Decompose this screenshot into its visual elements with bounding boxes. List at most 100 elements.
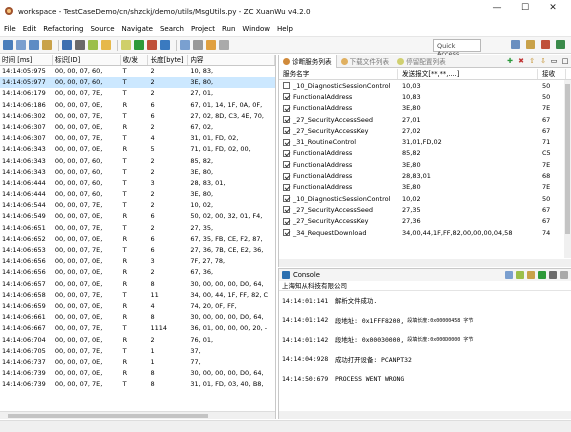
table-row[interactable]: 14:14:06:343 00, 00, 07, 60, T 2 3E, 80, [0,167,275,178]
list-item[interactable]: _31_RoutineControl 31,01,FD,02 71 [279,136,571,147]
open-perspective-icon[interactable] [511,40,520,49]
col-service-name[interactable]: 服务名字 [279,69,398,79]
list-item[interactable]: _34_RequestDownload 34,00,44,1F,FF,82,00,… [279,227,571,238]
service-checkbox[interactable] [283,183,290,191]
toolbar-tool-icon[interactable] [219,40,229,50]
service-checkbox[interactable] [283,195,290,203]
toolbar-tool-icon[interactable] [206,40,216,50]
pin-console-icon[interactable] [527,271,535,279]
open-console-icon[interactable] [549,271,557,279]
list-item[interactable]: _27_SecurityAccessSeed 27,01 67 [279,114,571,125]
pydev-perspective-icon[interactable] [556,40,565,49]
menu-source[interactable]: Source [90,25,114,33]
service-checkbox[interactable] [283,116,290,124]
table-row[interactable]: 14:14:06:307 00, 00, 07, 0E, R 2 67, 02, [0,122,275,133]
toolbar-tool-icon[interactable] [75,40,85,50]
col-length[interactable]: 长度[byte] [148,55,189,65]
display-console-icon[interactable] [538,271,546,279]
maximize-view-icon[interactable]: □ [561,57,569,65]
table-row[interactable]: 14:14:06:549 00, 00, 07, 0E, R 6 50, 02, 00,… [0,211,275,222]
table-row[interactable]: 14:14:06:544 00, 00, 07, 7E, T 2 10, 02, [0,200,275,211]
service-checkbox[interactable] [283,206,290,214]
menu-navigate[interactable]: Navigate [122,25,153,33]
toolbar-tool-icon[interactable] [62,40,72,50]
clear-console-icon[interactable] [505,271,513,279]
service-checkbox[interactable] [283,82,290,90]
table-row[interactable]: 14:14:06:653 00, 00, 07, 7E, T 6 27, 36, 7B,… [0,245,275,256]
toolbar-tool-icon[interactable] [121,40,131,50]
menu-edit[interactable]: Edit [23,25,37,33]
toolbar-tool-icon[interactable] [160,40,170,50]
console-title[interactable]: Console [293,271,320,279]
table-row[interactable]: 14:14:06:343 00, 00, 07, 0E, R 5 71, 01, FD,… [0,144,275,155]
table-row[interactable]: 14:14:06:302 00, 00, 07, 7E, T 6 27, 02, 8D,… [0,111,275,122]
table-row[interactable]: 14:14:06:179 00, 00, 07, 7E, T 2 27, 01, [0,88,275,99]
service-checkbox[interactable] [283,229,290,236]
menu-project[interactable]: Project [191,25,215,33]
service-checkbox[interactable] [283,217,290,225]
list-item[interactable]: FunctionalAddress 3E,80 7E [279,159,571,170]
add-icon[interactable]: ✚ [506,57,514,65]
table-row[interactable]: 14:14:06:186 00, 00, 07, 0E, R 6 67, 01, 14,… [0,100,275,111]
service-checkbox[interactable] [283,161,290,169]
move-up-icon[interactable]: ⇧ [528,57,536,65]
table-row[interactable]: 14:14:06:656 00, 00, 07, 0E, R 3 7F, 27, 78, [0,256,275,267]
scroll-lock-icon[interactable] [516,271,524,279]
log-horizontal-scrollbar[interactable] [0,411,275,419]
service-checkbox[interactable] [283,172,290,180]
console-output[interactable]: 14:14:01:141 解析文件成功. 14:14:01:142 段地址: 0x1F… [279,291,571,389]
service-checkbox[interactable] [283,149,290,157]
menu-run[interactable]: Run [222,25,235,33]
table-row[interactable]: 14:14:05:975 00, 00, 07, 60, T 2 10, 83, [0,66,275,77]
table-row[interactable]: 14:14:06:667 00, 00, 07, 7E, T 1114 36, 01, … [0,323,275,334]
delete-icon[interactable]: ✖ [517,57,525,65]
toolbar-tool-icon[interactable] [88,40,98,50]
quick-access-input[interactable]: Quick Access [433,39,481,58]
table-row[interactable]: 14:14:06:657 00, 00, 07, 0E, R 8 30, 00, 00,… [0,279,275,290]
move-down-icon[interactable]: ⇩ [539,57,547,65]
table-row[interactable]: 14:14:06:661 00, 00, 07, 0E, R 8 30, 00, 00,… [0,312,275,323]
toolbar-tool-icon[interactable] [16,40,26,50]
list-item[interactable]: FunctionalAddress 28,83,01 68 [279,170,571,181]
minimize-button[interactable]: — [483,3,511,13]
toolbar-tool-icon[interactable] [29,40,39,50]
table-row[interactable]: 14:14:06:652 00, 00, 07, 0E, R 6 67, 35, FB,… [0,234,275,245]
debug-perspective-icon[interactable] [541,40,550,49]
col-content[interactable]: 内容 [188,55,275,65]
menu-search[interactable]: Search [160,25,184,33]
list-item[interactable]: FunctionalAddress 85,82 C5 [279,148,571,159]
close-button[interactable]: ✕ [539,3,567,13]
service-checkbox[interactable] [283,104,290,112]
list-item[interactable]: FunctionalAddress 3E,80 7E [279,103,571,114]
table-row[interactable]: 14:14:05:977 00, 00, 07, 60, T 2 3E, 80, [0,77,275,89]
toolbar-tool-icon[interactable] [134,40,144,50]
col-time[interactable]: 时间 [ms] [0,55,53,65]
toolbar-tool-icon[interactable] [42,40,52,50]
col-id[interactable]: 标识[ID] [53,55,121,65]
table-row[interactable]: 14:14:06:651 00, 00, 07, 7E, T 2 27, 35, [0,223,275,234]
list-item[interactable]: _27_SecurityAccessKey 27,36 67 [279,216,571,227]
service-checkbox[interactable] [283,138,290,146]
col-send-message[interactable]: 发送报文[**,**,....] [398,69,538,79]
tab-diagnostic-services[interactable]: 诊断服务列表 [279,55,337,68]
service-checkbox[interactable] [283,127,290,135]
table-row[interactable]: 14:14:06:705 00, 00, 07, 7E, T 1 37, [0,346,275,357]
table-row[interactable]: 14:14:06:739 00, 00, 07, 7E, T 8 31, 01, FD,… [0,379,275,390]
table-row[interactable]: 14:14:06:343 00, 00, 07, 60, T 2 85, 82, [0,156,275,167]
menu-window[interactable]: Window [242,25,270,33]
toolbar-tool-icon[interactable] [147,40,157,50]
list-item[interactable]: FunctionalAddress 3E,80 7E [279,182,571,193]
table-row[interactable]: 14:14:06:444 00, 00, 07, 60, T 3 28, 83, 01, [0,178,275,189]
console-horizontal-scrollbar[interactable] [279,411,571,419]
toolbar-tool-icon[interactable] [180,40,190,50]
table-row[interactable]: 14:14:06:307 00, 00, 07, 7E, T 4 31, 01, FD,… [0,133,275,144]
table-row[interactable]: 14:14:06:704 00, 00, 07, 0E, R 2 76, 01, [0,335,275,346]
tab-delay-config[interactable]: 停留配置列表 [393,55,450,68]
list-item[interactable]: _27_SecurityAccessKey 27,02 67 [279,125,571,136]
table-row[interactable]: 14:14:06:658 00, 00, 07, 7E, T 11 34, 00, 44… [0,290,275,301]
menu-file[interactable]: File [4,25,16,33]
list-item[interactable]: _10_DiagnosticSessionControl 10,02 50 [279,193,571,204]
maximize-button[interactable]: ☐ [511,3,539,13]
col-receive[interactable]: 接收 [538,69,566,79]
minimize-view-icon[interactable]: ▭ [550,57,558,65]
